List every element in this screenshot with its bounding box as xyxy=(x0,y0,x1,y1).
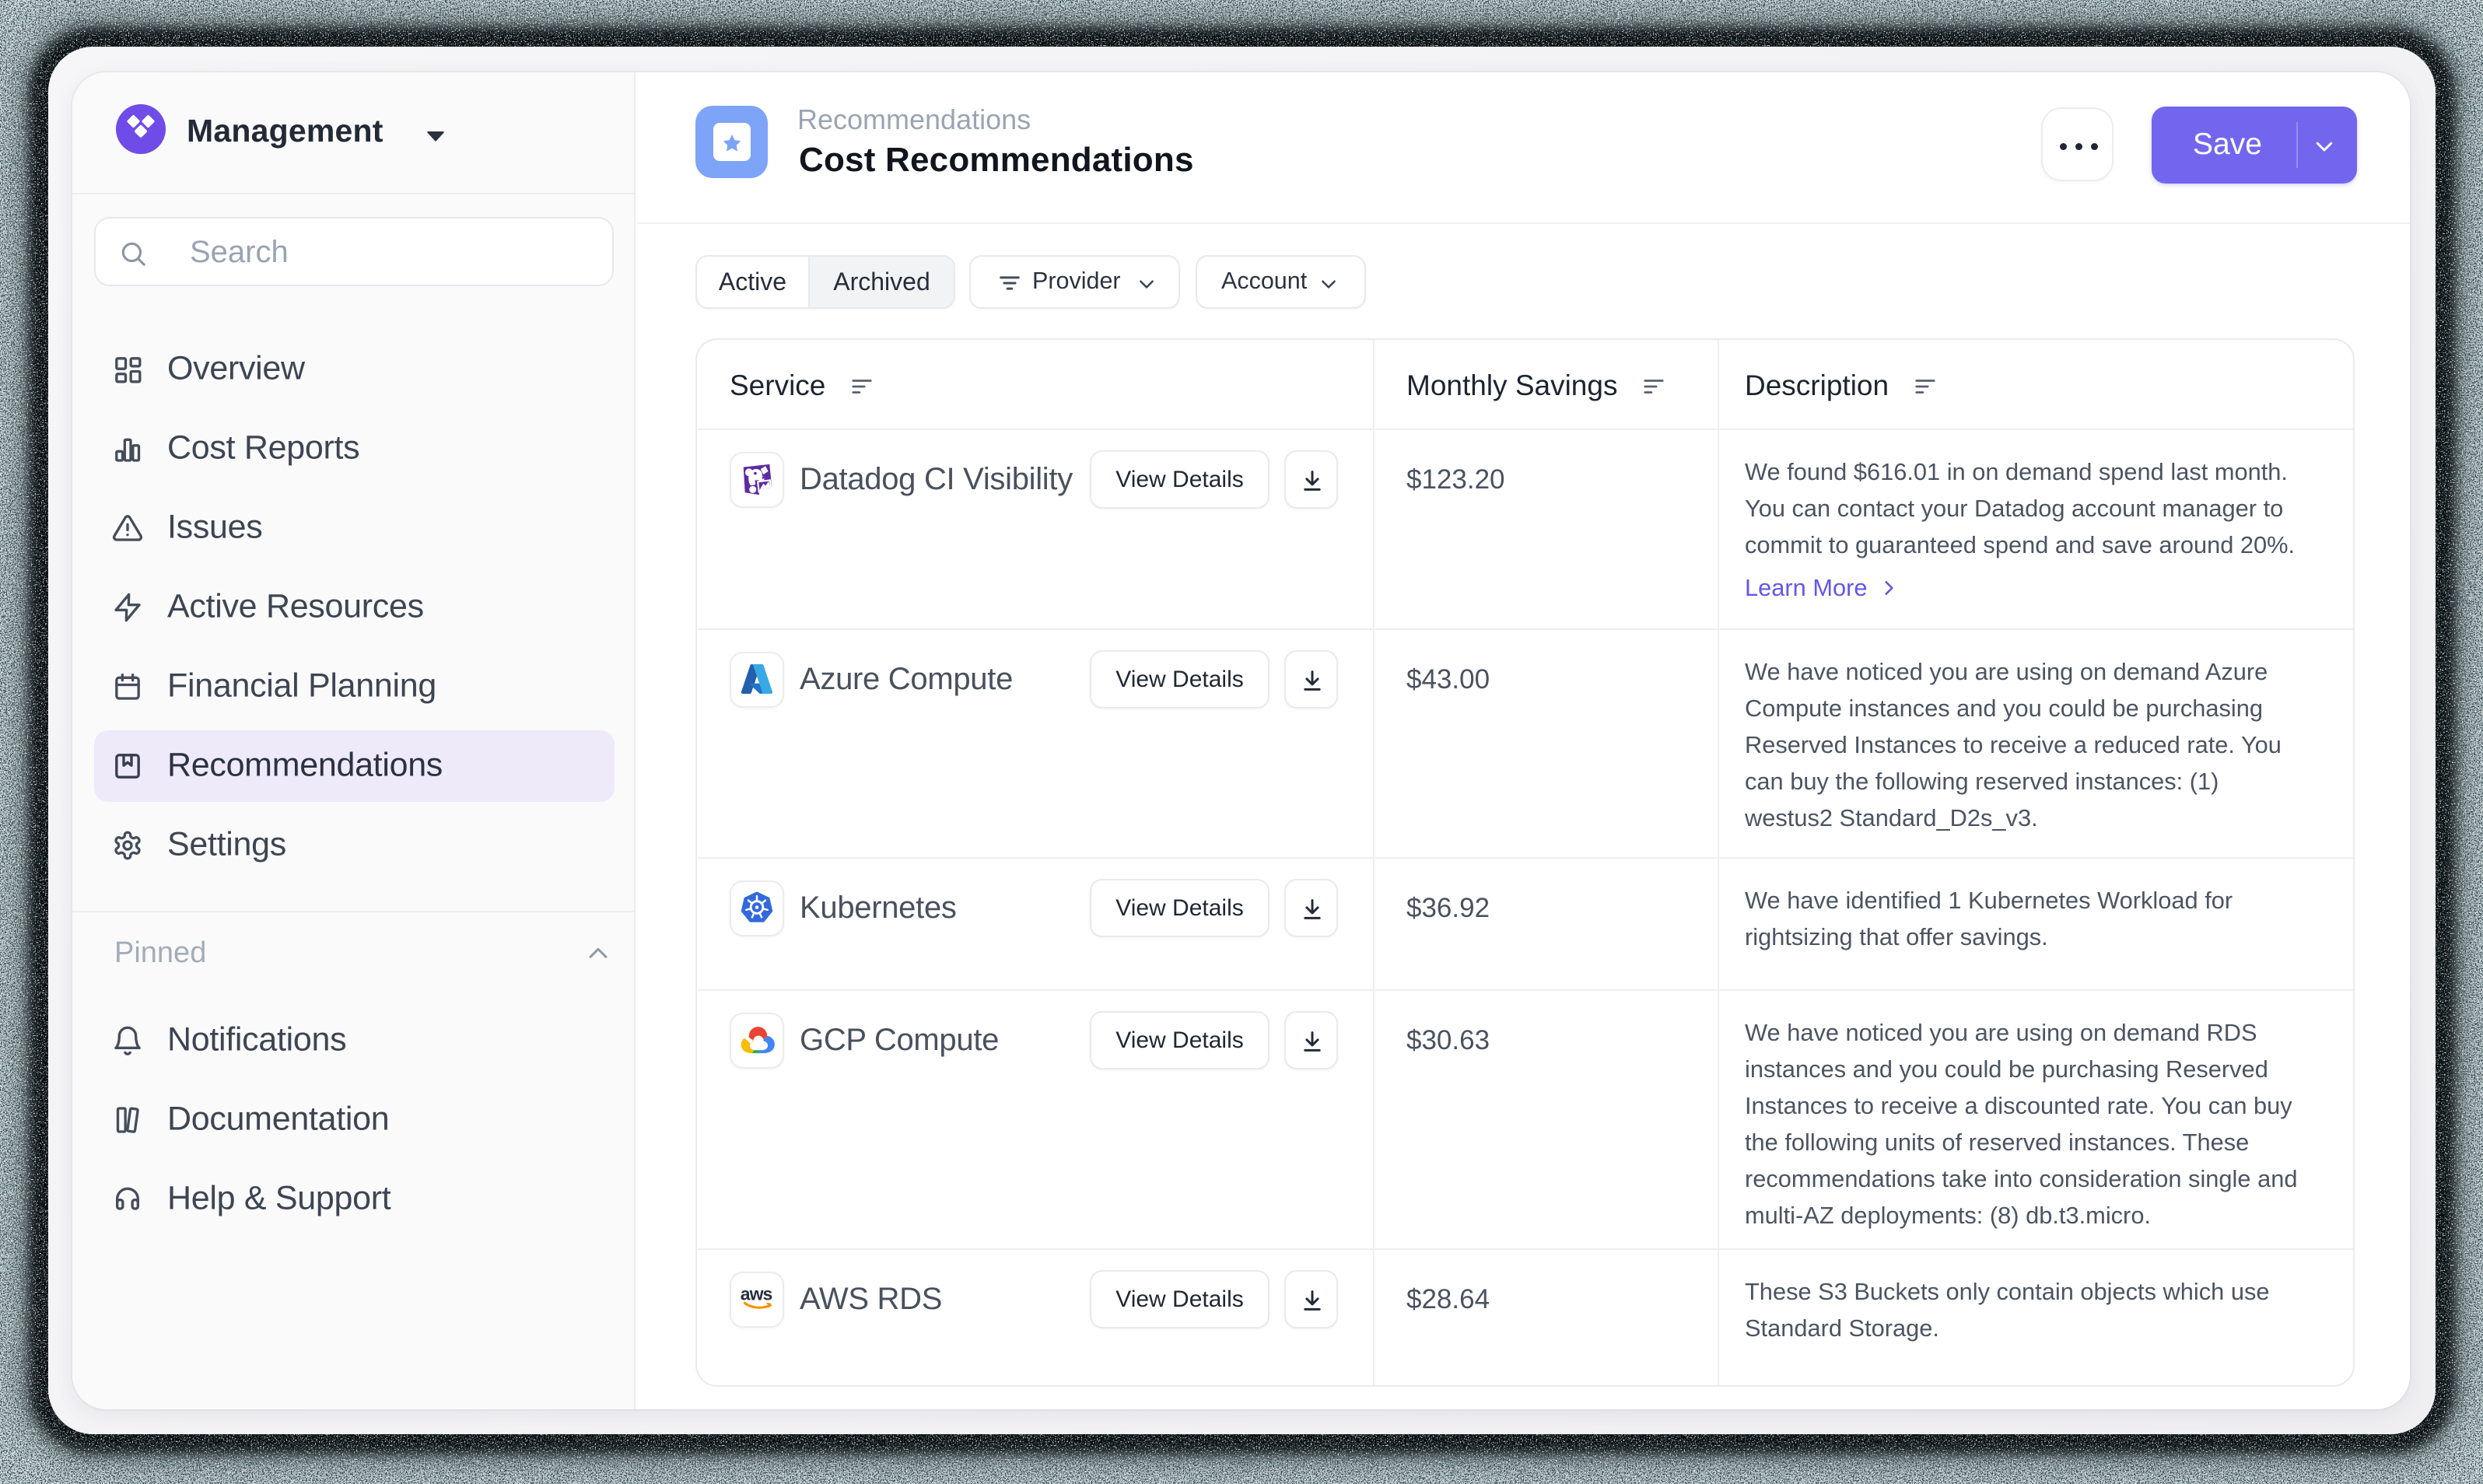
svg-text:aws: aws xyxy=(741,1283,772,1304)
